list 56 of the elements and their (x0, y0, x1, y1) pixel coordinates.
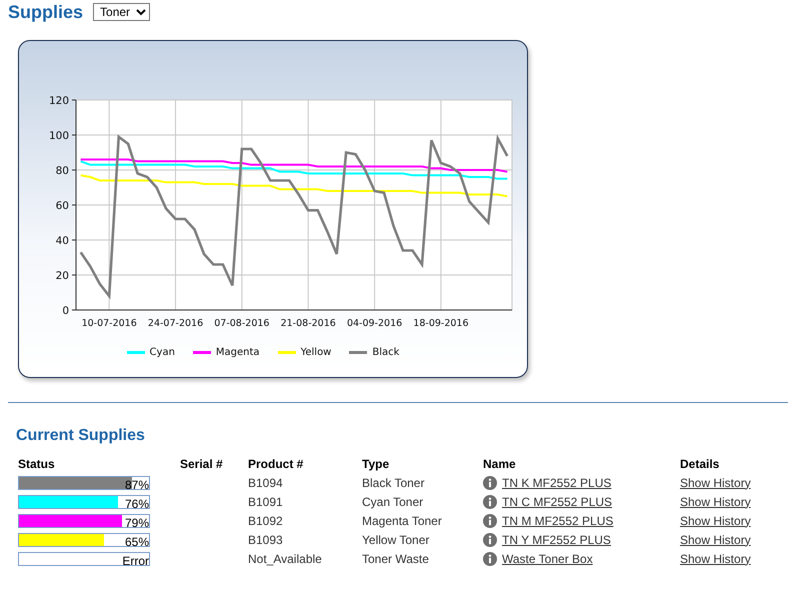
status-reading: 79% (124, 516, 149, 530)
table-cell: Magenta Toner (362, 514, 442, 528)
axis-label: 60 (56, 200, 69, 212)
show-history-link[interactable]: Show History (680, 494, 751, 508)
legend-label: Black (372, 347, 400, 358)
section-title: Current Supplies (16, 427, 146, 445)
status-reading: Error (122, 554, 149, 568)
column-header: Product # (248, 457, 304, 471)
product-name-link[interactable]: TN C MF2552 PLUS (502, 494, 612, 508)
axis-label: 24-07-2016 (148, 318, 204, 329)
axis-label: 20 (56, 270, 69, 282)
table-cell: B1092 (248, 514, 283, 528)
column-header: Type (362, 457, 390, 471)
axis-label: 07-08-2016 (214, 318, 270, 329)
type-dropdown[interactable]: Toner (93, 3, 150, 21)
show-history-link[interactable]: Show History (680, 532, 751, 546)
table-cell: B1093 (248, 532, 283, 546)
axis-label: 21-08-2016 (280, 318, 336, 329)
axis-label: 0 (62, 305, 69, 317)
status-reading: 65% (124, 534, 149, 548)
axis-label: 80 (56, 165, 69, 177)
show-history-link[interactable]: Show History (680, 476, 751, 490)
info-icon[interactable] (483, 476, 497, 490)
info-icon[interactable] (483, 532, 497, 546)
axis-label: 10-07-2016 (82, 318, 137, 329)
product-name-link[interactable]: TN Y MF2552 PLUS (502, 532, 611, 546)
column-header: Name (483, 457, 517, 471)
table-cell: Yellow Toner (362, 532, 430, 546)
info-icon[interactable] (483, 494, 497, 508)
info-icon[interactable] (483, 514, 497, 528)
legend-label: Magenta (216, 347, 260, 358)
axis-label: 40 (56, 235, 69, 247)
axis-label: 04-09-2016 (346, 318, 402, 329)
legend-label: Yellow (300, 347, 332, 358)
page-title: Supplies (8, 2, 84, 22)
table-cell: B1094 (248, 476, 283, 490)
table-cell: Black Toner (362, 476, 424, 490)
product-name-link[interactable]: Waste Toner Box (502, 552, 593, 566)
table-cell: Cyan Toner (362, 494, 424, 508)
table-cell: B1091 (248, 494, 283, 508)
product-name-link[interactable]: TN M MF2552 PLUS (502, 514, 614, 528)
axis-label: 100 (48, 130, 69, 142)
axis-label: 18-09-2016 (413, 318, 469, 329)
axis-label: 120 (48, 95, 69, 107)
status-reading: 87% (124, 478, 149, 492)
column-header: Status (18, 457, 56, 471)
product-name-link[interactable]: TN K MF2552 PLUS (502, 476, 612, 490)
table-cell: Toner Waste (362, 552, 429, 566)
column-header: Details (680, 457, 720, 471)
show-history-link[interactable]: Show History (680, 552, 751, 566)
show-history-link[interactable]: Show History (680, 514, 751, 528)
info-icon[interactable] (483, 552, 497, 566)
legend-label: Cyan (150, 347, 175, 358)
table-cell: Not_Available (248, 552, 322, 566)
column-header: Serial # (180, 457, 224, 471)
status-reading: 76% (124, 496, 149, 510)
